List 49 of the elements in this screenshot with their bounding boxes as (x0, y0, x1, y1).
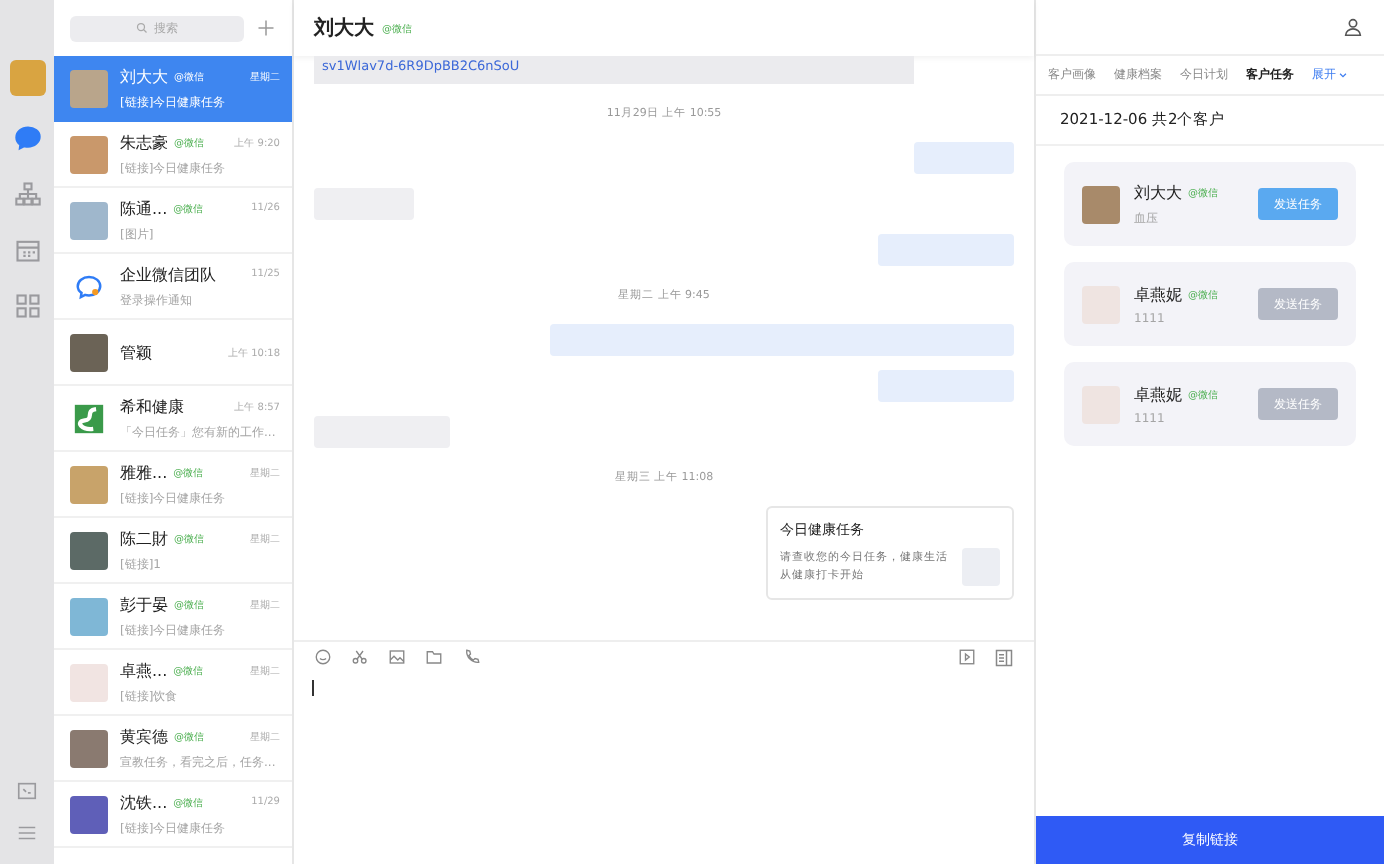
chat-bubble-icon[interactable] (13, 124, 41, 152)
avatar-photo (70, 465, 108, 503)
contact-name: 卓燕... (120, 659, 168, 681)
contact-name: 陈通... (120, 197, 168, 219)
image-icon[interactable] (388, 648, 406, 666)
contact-name: 朱志豪 (120, 131, 168, 153)
add-icon[interactable] (256, 18, 276, 38)
profile-avatar[interactable] (9, 60, 45, 96)
contact-name: 雅雅... (120, 461, 168, 483)
org-chart-icon[interactable] (13, 180, 41, 208)
leaf-logo-icon (70, 399, 108, 437)
phone-icon[interactable] (462, 648, 482, 666)
calendar-icon[interactable] (13, 236, 41, 264)
contact-name: 沈铁... (120, 791, 168, 813)
avatar-photo (70, 201, 108, 239)
avatar-photo (70, 531, 108, 569)
menu-icon[interactable] (16, 822, 38, 844)
faded-message-bubble (878, 234, 1014, 266)
customer-name: 卓燕妮 (1134, 283, 1182, 305)
emoji-icon[interactable] (314, 648, 332, 666)
contact-name: 陈二財 (120, 527, 168, 549)
avatar-photo (70, 663, 108, 701)
avatar-photo (70, 135, 108, 173)
faded-message-bubble (878, 370, 1014, 402)
customer-name: 卓燕妮 (1134, 383, 1182, 405)
contact-name: 刘大大 (120, 65, 168, 87)
chat-title: 刘大大 (314, 14, 374, 42)
faded-message-bubble (914, 142, 1014, 174)
avatar-photo (70, 69, 108, 107)
folder-icon[interactable] (424, 648, 444, 666)
sidebar-toggle-icon[interactable] (994, 647, 1014, 667)
contact-name: 彭于晏 (120, 593, 168, 615)
avatar-photo (70, 795, 108, 833)
search-icon (136, 22, 148, 34)
customer-name: 刘大大 (1134, 181, 1182, 203)
apps-grid-icon[interactable] (13, 292, 41, 320)
avatar-photo (70, 597, 108, 635)
play-icon[interactable] (958, 648, 976, 666)
contact-name: 管颖 (120, 341, 152, 363)
avatar-photo (70, 729, 108, 767)
avatar-photo (1082, 185, 1120, 223)
contact-name: 企业微信团队 (120, 263, 216, 285)
chevron-down-icon (1338, 70, 1348, 80)
user-icon[interactable] (1342, 16, 1364, 38)
contact-name: 黄宾德 (120, 725, 168, 747)
avatar-photo (70, 333, 108, 371)
scissors-icon[interactable] (350, 648, 370, 666)
screen-icon[interactable] (16, 780, 38, 802)
contact-name: 希和健康 (120, 395, 184, 417)
